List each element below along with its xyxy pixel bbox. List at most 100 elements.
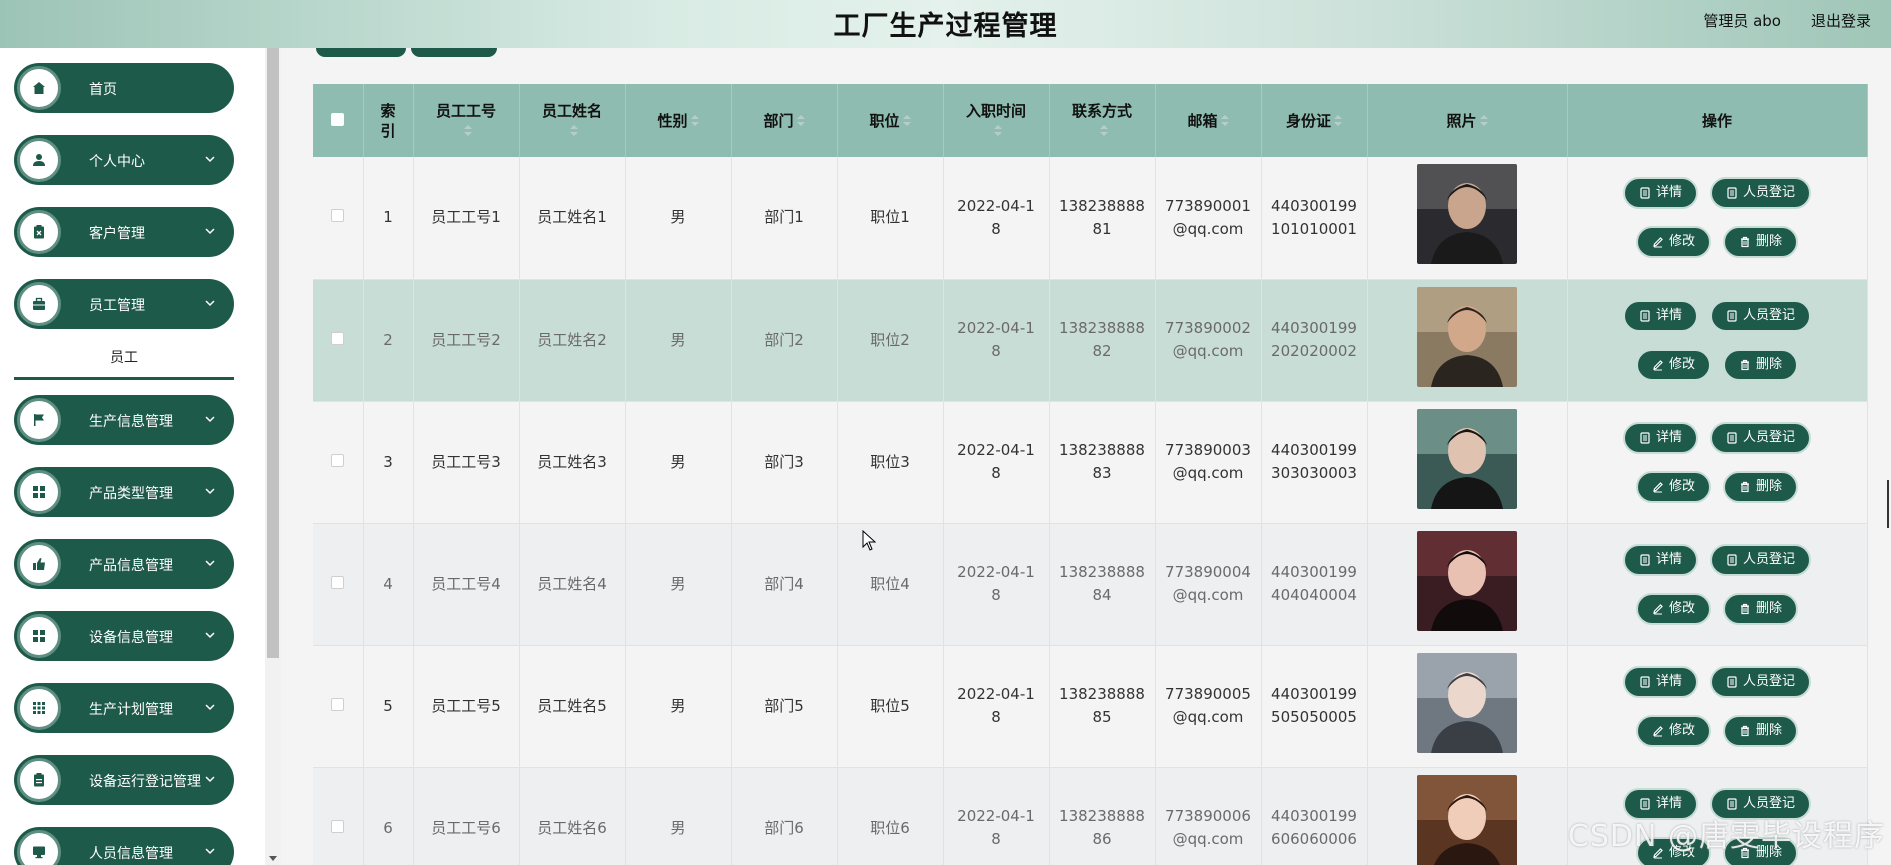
sidebar-item-5[interactable]: 产品类型管理 — [14, 467, 234, 517]
edit-button[interactable]: 修改 — [1635, 348, 1711, 381]
table-row[interactable]: 4 员工工号4 员工姓名4 男 部门4 职位4 2022-04-1 8 138238888 8… — [313, 523, 1868, 646]
register-button[interactable]: 人员登记 — [1710, 421, 1812, 454]
sort-icon[interactable] — [463, 125, 472, 137]
delete-button-label: 删除 — [1756, 478, 1783, 494]
cell-position: 职位2 — [837, 279, 944, 402]
delete-button[interactable]: 删除 — [1723, 470, 1799, 503]
sidebar-scrollbar-thumb[interactable] — [267, 48, 279, 658]
employee-photo[interactable] — [1417, 652, 1517, 753]
register-button[interactable]: 人员登记 — [1710, 177, 1812, 210]
logout-link[interactable]: 退出登录 — [1811, 10, 1871, 31]
employee-photo[interactable] — [1417, 286, 1517, 387]
row-checkbox[interactable] — [331, 453, 345, 467]
cell-text: 2 — [383, 330, 393, 349]
trash-icon — [1741, 603, 1749, 614]
sidebar-item-7[interactable]: 设备信息管理 — [14, 611, 234, 661]
cell-text: 440300199 101010001 — [1271, 196, 1357, 238]
cell-text: 4 — [383, 574, 393, 593]
cell-photo — [1367, 645, 1568, 768]
column-header-3[interactable]: 性别 — [625, 84, 732, 157]
trash-icon — [1741, 359, 1749, 370]
sidebar-item-10[interactable]: 人员信息管理 — [14, 827, 234, 865]
pencil-icon — [1653, 603, 1663, 614]
cell-position: 职位6 — [837, 767, 944, 865]
column-header-5[interactable]: 职位 — [837, 84, 944, 157]
employee-photo[interactable] — [1417, 774, 1517, 865]
row-select-cell — [313, 523, 364, 646]
edit-button[interactable]: 修改 — [1635, 226, 1711, 259]
column-header-6[interactable]: 入职时间 — [943, 84, 1050, 157]
sort-icon[interactable] — [1099, 125, 1108, 137]
sort-icon[interactable] — [796, 115, 805, 127]
sort-icon[interactable] — [690, 115, 699, 127]
column-header-2[interactable]: 员工姓名 — [519, 84, 626, 157]
cell-name: 员工姓名2 — [519, 279, 626, 402]
cell-dept: 部门2 — [731, 279, 838, 402]
edit-button[interactable]: 修改 — [1635, 714, 1711, 747]
table-row[interactable]: 5 员工工号5 员工姓名5 男 部门5 职位5 2022-04-1 8 138238888 8… — [313, 645, 1868, 768]
row-checkbox[interactable] — [331, 209, 345, 223]
register-button[interactable]: 人员登记 — [1710, 543, 1812, 576]
employee-photo[interactable] — [1417, 164, 1517, 265]
sort-icon[interactable] — [902, 115, 911, 127]
select-all-checkbox[interactable] — [331, 112, 345, 126]
sidebar-item-4[interactable]: 生产信息管理 — [14, 395, 234, 445]
main-content: 索引 员工工号 员工姓名 性别 部门 职位 入职时间 联系方式 邮箱 身份证 照片 操作 1 员工工号1… — [281, 48, 1891, 865]
sidebar-item-8[interactable]: 生产计划管理 — [14, 683, 234, 733]
table-row[interactable]: 2 员工工号2 员工姓名2 男 部门2 职位2 2022-04-1 8 138238888 8… — [313, 279, 1868, 402]
register-button[interactable]: 人员登记 — [1710, 299, 1812, 332]
edit-button[interactable]: 修改 — [1635, 470, 1711, 503]
row-checkbox[interactable] — [331, 697, 345, 711]
cell-text: 员工姓名1 — [537, 208, 607, 227]
column-header-4[interactable]: 部门 — [731, 84, 838, 157]
sidebar-item-2[interactable]: 客户管理 — [14, 207, 234, 257]
sidebar-item-0[interactable]: 首页 — [14, 63, 234, 113]
cell-text: 2022-04-1 8 — [957, 196, 1035, 238]
sidebar-item-9[interactable]: 设备运行登记管理 — [14, 755, 234, 805]
current-user-label: 管理员 abo — [1703, 12, 1781, 30]
sort-icon[interactable] — [1220, 115, 1229, 127]
sidebar-scrollbar[interactable] — [265, 48, 281, 865]
delete-button[interactable]: 删除 — [1723, 348, 1799, 381]
sidebar-item-6[interactable]: 产品信息管理 — [14, 539, 234, 589]
column-header-7[interactable]: 联系方式 — [1049, 84, 1156, 157]
edit-button-label: 修改 — [1668, 356, 1695, 372]
table-row[interactable]: 1 员工工号1 员工姓名1 男 部门1 职位1 2022-04-1 8 138238888 8… — [313, 157, 1868, 280]
delete-button[interactable]: 删除 — [1723, 714, 1799, 747]
detail-button[interactable]: 详情 — [1622, 543, 1698, 576]
sidebar-item-1[interactable]: 个人中心 — [14, 135, 234, 185]
detail-button[interactable]: 详情 — [1622, 177, 1698, 210]
column-header-8[interactable]: 邮箱 — [1155, 84, 1262, 157]
sidebar-item-3[interactable]: 员工管理 — [14, 279, 234, 329]
toolbar-button-partial[interactable] — [411, 48, 497, 57]
employee-photo[interactable] — [1417, 530, 1517, 631]
chevron-down-icon — [205, 560, 215, 567]
sort-icon[interactable] — [569, 125, 578, 137]
toolbar-button-partial[interactable] — [316, 48, 406, 57]
delete-button[interactable]: 删除 — [1723, 226, 1799, 259]
row-checkbox[interactable] — [331, 331, 345, 345]
detail-button[interactable]: 详情 — [1622, 665, 1698, 698]
select-all-header — [313, 84, 364, 157]
register-button[interactable]: 人员登记 — [1710, 665, 1812, 698]
column-header-1[interactable]: 员工工号 — [413, 84, 520, 157]
row-checkbox[interactable] — [331, 819, 345, 833]
sort-icon[interactable] — [1479, 115, 1488, 127]
row-checkbox[interactable] — [331, 575, 345, 589]
sort-icon[interactable] — [1334, 115, 1342, 127]
detail-button[interactable]: 详情 — [1622, 421, 1698, 454]
cell-text: 员工姓名4 — [537, 574, 607, 593]
column-header-9[interactable]: 身份证 — [1261, 84, 1368, 157]
column-header-label: 操作 — [1701, 111, 1732, 130]
scroll-down-arrow-icon[interactable] — [269, 856, 277, 861]
cell-date: 2022-04-1 8 — [943, 157, 1050, 280]
detail-button[interactable]: 详情 — [1622, 299, 1698, 332]
column-header-10[interactable]: 照片 — [1367, 84, 1568, 157]
employee-photo[interactable] — [1417, 408, 1517, 509]
resize-handle[interactable] — [1887, 480, 1889, 528]
sidebar-subitem-employee[interactable]: 员工 — [14, 338, 234, 380]
table-row[interactable]: 3 员工工号3 员工姓名3 男 部门3 职位3 2022-04-1 8 138238888 8… — [313, 401, 1868, 524]
delete-button[interactable]: 删除 — [1723, 592, 1799, 625]
sort-icon[interactable] — [993, 125, 1002, 137]
edit-button[interactable]: 修改 — [1635, 592, 1711, 625]
